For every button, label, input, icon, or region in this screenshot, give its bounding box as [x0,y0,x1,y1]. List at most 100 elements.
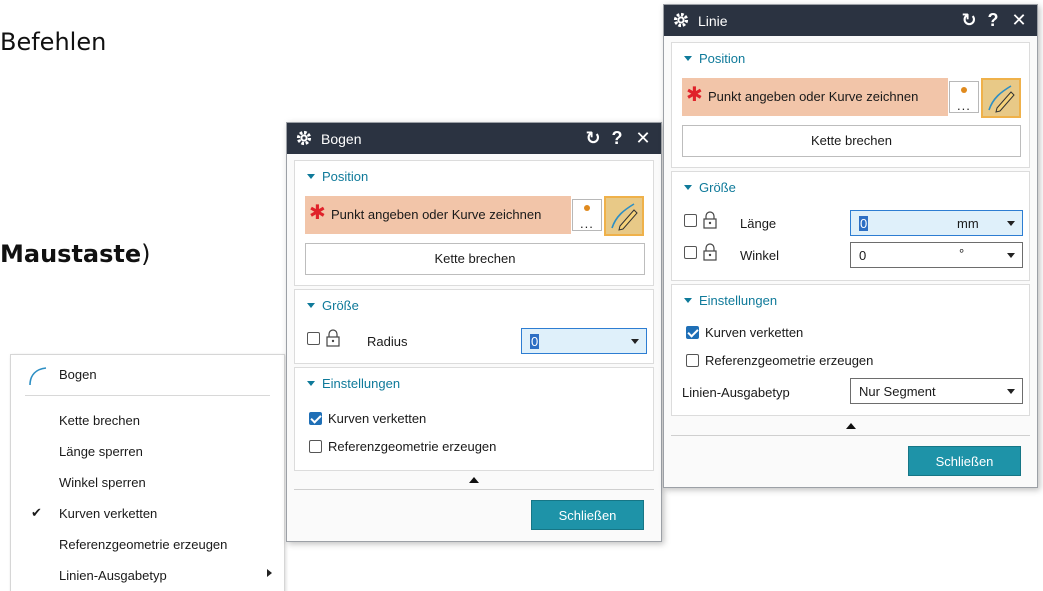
collapse-triangle-icon [307,381,315,386]
menu-item-chain-curves[interactable]: ✔ Kurven verketten [11,498,284,529]
linie-close-button[interactable]: Schließen [908,446,1021,476]
linie-point-prompt: Punkt angeben oder Kurve zeichnen [708,89,919,104]
ref-geometry-checkbox[interactable] [686,354,699,367]
close-window-button[interactable]: ✕ [633,126,653,150]
length-lock-checkbox[interactable] [684,214,697,227]
pencil-icon [988,85,1015,113]
linie-title: Linie [698,13,728,29]
pencil-icon [611,203,638,231]
output-type-label: Linien-Ausgabetyp [682,385,790,400]
arc-icon [29,367,47,386]
output-type-select[interactable]: Nur Segment [850,378,1023,404]
lock-icon [703,243,717,261]
bogen-point-selector[interactable]: ✱ Punkt angeben oder Kurve zeichnen [305,196,571,234]
menu-item-label: Winkel sperren [59,475,146,490]
bogen-close-button[interactable]: Schließen [531,500,644,530]
bogen-titlebar[interactable]: Bogen ↻ ? ✕ [287,123,661,154]
menu-item-break-chain[interactable]: Kette brechen [11,405,284,436]
chain-curves-label: Kurven verketten [705,325,804,340]
angle-label: Winkel [740,248,780,263]
gear-icon [673,12,689,28]
chevron-down-icon[interactable] [1007,253,1015,258]
reset-button[interactable]: ↻ [583,126,603,150]
linie-position-section: Position ✱ Punkt angeben oder Kurve zeic… [671,42,1030,168]
angle-input[interactable]: 0 ° [850,242,1023,268]
help-button[interactable]: ? [607,126,627,150]
angle-value: 0 [859,248,867,263]
reset-button[interactable]: ↻ [959,8,979,32]
context-menu-header-label: Bogen [59,367,97,382]
point-dialog-button[interactable]: ... [572,199,602,231]
gear-icon [296,130,312,146]
ref-geometry-checkbox[interactable] [309,440,322,453]
submenu-arrow-icon [267,569,272,577]
linie-dialog: Linie ↻ ? ✕ Position ✱ Punkt angeben ode… [663,4,1038,488]
chevron-down-icon[interactable] [1007,389,1015,394]
chevron-down-icon[interactable] [631,339,639,344]
background-text-line2: Maustaste) [0,240,151,268]
bogen-settings-header[interactable]: Einstellungen [307,376,400,391]
point-dialog-button[interactable]: ... [949,81,979,113]
menu-item-lock-length[interactable]: Länge sperren [11,436,284,467]
linie-settings-header[interactable]: Einstellungen [684,293,777,308]
help-button[interactable]: ? [983,8,1003,32]
menu-item-lock-angle[interactable]: Winkel sperren [11,467,284,498]
close-window-button[interactable]: ✕ [1009,8,1029,32]
length-input[interactable]: 0 mm [850,210,1023,236]
background-text-line1: Befehlen [0,28,107,56]
point-icon [961,87,967,93]
context-menu-header[interactable]: Bogen [11,355,284,395]
linie-break-chain-button[interactable]: Kette brechen [682,125,1021,157]
output-type-value: Nur Segment [859,384,936,399]
angle-lock-checkbox[interactable] [684,246,697,259]
collapse-triangle-icon [307,303,315,308]
menu-item-label: Kette brechen [59,413,140,428]
radius-value: 0 [530,334,540,349]
linie-point-selector[interactable]: ✱ Punkt angeben oder Kurve zeichnen [682,78,948,116]
bogen-position-header[interactable]: Position [307,169,368,184]
bogen-break-chain-button[interactable]: Kette brechen [305,243,645,275]
chain-curves-label: Kurven verketten [328,411,427,426]
lock-icon [703,211,717,229]
bogen-size-header[interactable]: Größe [307,298,359,313]
radius-input[interactable]: 0 [521,328,647,354]
chain-curves-checkbox[interactable] [309,412,322,425]
linie-size-header[interactable]: Größe [684,180,736,195]
length-label: Länge [740,216,777,231]
radius-lock-checkbox[interactable] [307,332,320,345]
checkmark-icon: ✔ [31,505,42,520]
collapse-up-icon[interactable] [469,477,479,483]
required-star-icon: ✱ [686,84,703,106]
linie-size-section: Größe Länge 0 mm Winkel 0 ° [671,171,1030,281]
context-menu-separator [25,395,270,396]
menu-item-label: Kurven verketten [59,506,158,521]
sketch-curve-button[interactable] [604,196,644,236]
linie-titlebar[interactable]: Linie ↻ ? ✕ [664,5,1037,36]
menu-item-reference-geometry[interactable]: Referenzgeometrie erzeugen [11,529,284,560]
linie-position-header[interactable]: Position [684,51,745,66]
collapse-triangle-icon [684,185,692,190]
chevron-down-icon[interactable] [1007,221,1015,226]
ref-geometry-label: Referenzgeometrie erzeugen [328,439,497,454]
collapse-triangle-icon [684,298,692,303]
collapse-triangle-icon [684,56,692,61]
bogen-dialog: Bogen ↻ ? ✕ Position ✱ Punkt angeben ode… [286,122,662,542]
radius-label: Radius [367,334,408,349]
collapse-triangle-icon [307,174,315,179]
linie-settings-section: Einstellungen Kurven verketten Referenzg… [671,284,1030,416]
menu-item-label: Länge sperren [59,444,143,459]
bogen-settings-section: Einstellungen Kurven verketten Referenzg… [294,367,654,471]
bogen-footer-divider [294,489,654,490]
menu-item-label: Referenzgeometrie erzeugen [59,537,228,552]
bogen-point-prompt: Punkt angeben oder Kurve zeichnen [331,207,542,222]
ref-geometry-label: Referenzgeometrie erzeugen [705,353,874,368]
point-icon [584,205,590,211]
chain-curves-checkbox[interactable] [686,326,699,339]
sketch-curve-button[interactable] [981,78,1021,118]
linie-footer-divider [671,435,1030,436]
menu-item-line-output-type[interactable]: Linien-Ausgabetyp [11,560,284,591]
required-star-icon: ✱ [309,202,326,224]
collapse-up-icon[interactable] [846,423,856,429]
angle-unit: ° [959,246,965,261]
context-menu: Bogen Kette brechen Länge sperren Winkel… [10,354,285,591]
